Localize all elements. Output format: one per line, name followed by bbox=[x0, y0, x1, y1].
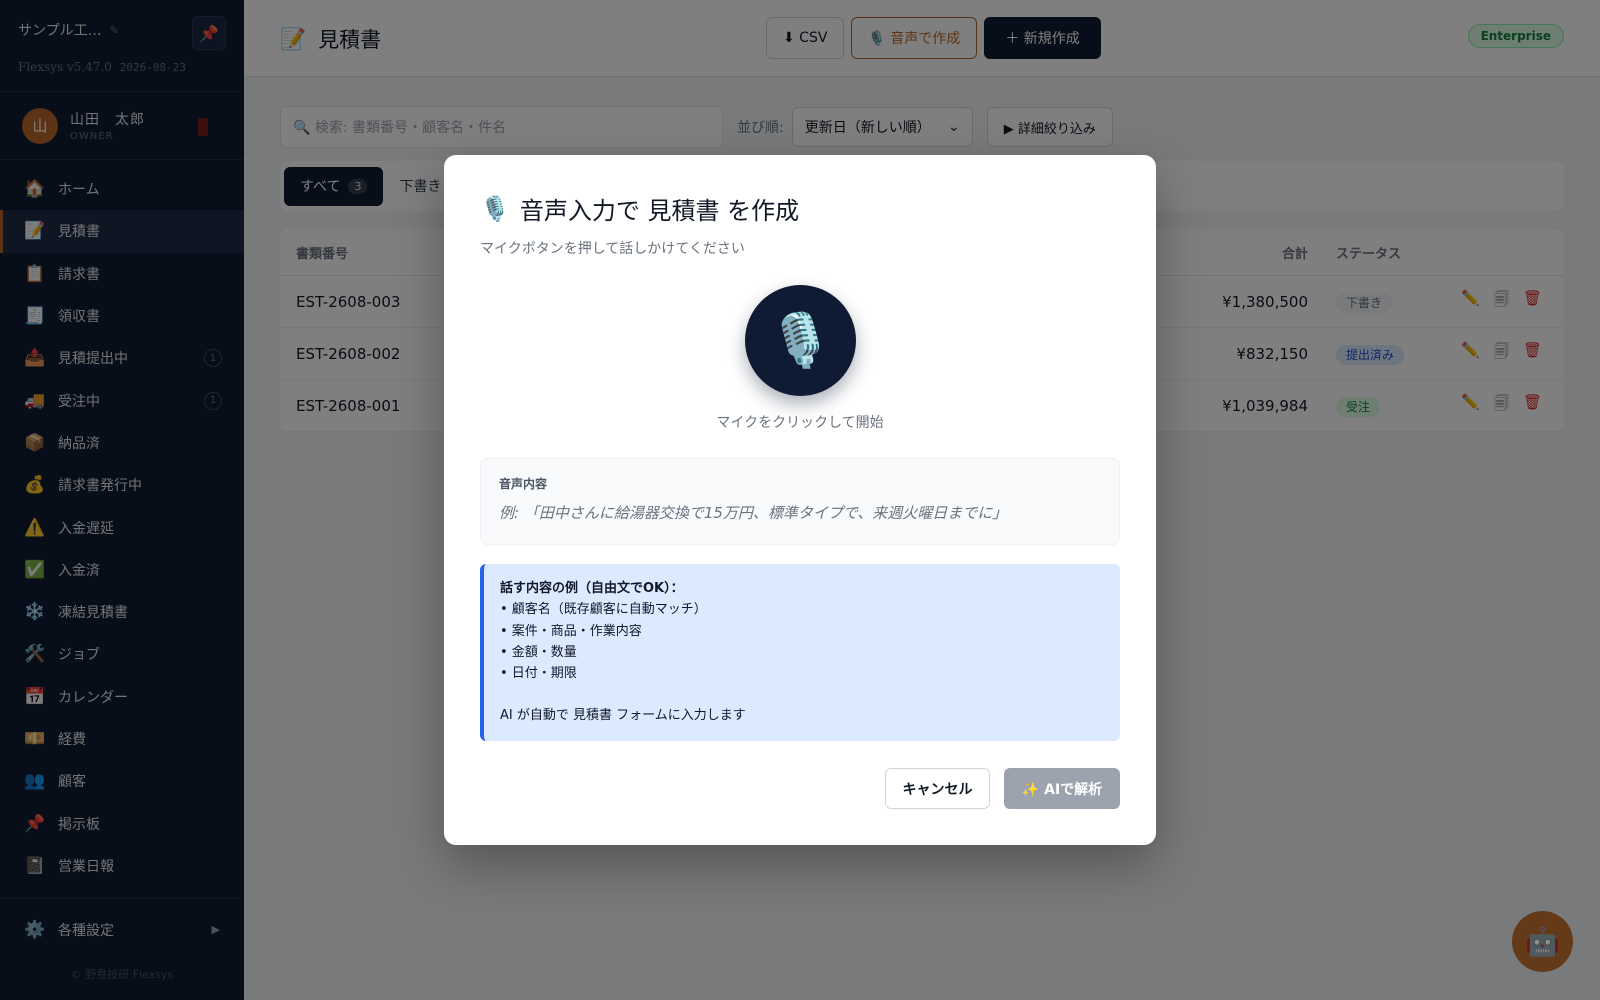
hint-box: 話す内容の例（自由文でOK）： • 顧客名（既存顧客に自動マッチ） • 案件・商… bbox=[480, 564, 1120, 741]
hint-title: 話す内容の例（自由文でOK）： bbox=[500, 581, 684, 596]
dialog-subtitle: マイクボタンを押して話しかけてください bbox=[480, 241, 745, 257]
hint-item: • 日付・期限 bbox=[500, 666, 577, 682]
mic-caption: マイクをクリックして開始 bbox=[716, 415, 884, 431]
hint-item: • 金額・数量 bbox=[500, 644, 577, 660]
transcript-box: 音声内容 例: 「田中さんに給湯器交換で15万円、標準タイプで、来週火曜日までに… bbox=[480, 458, 1120, 545]
hint-footer: AI が自動で 見積書 フォームに入力します bbox=[500, 708, 746, 724]
ai-analyze-button[interactable]: ✨ AIで解析 bbox=[1004, 768, 1120, 809]
transcript-label: 音声内容 bbox=[499, 477, 548, 491]
dialog-title: 🎙️ 音声入力で 見積書 を作成 bbox=[480, 191, 799, 226]
hint-item: • 顧客名（既存顧客に自動マッチ） bbox=[500, 602, 707, 618]
microphone-button[interactable]: 🎙️ bbox=[745, 285, 856, 396]
cancel-button[interactable]: キャンセル bbox=[885, 768, 990, 809]
ai-assistant-button[interactable]: 🤖 bbox=[1512, 911, 1573, 972]
dialog-title-label: 音声入力で 見積書 を作成 bbox=[519, 197, 800, 225]
voice-input-dialog: 🎙️ 音声入力で 見積書 を作成 マイクボタンを押して話しかけてください 🎙️ … bbox=[444, 155, 1156, 845]
transcript-placeholder: 例: 「田中さんに給湯器交換で15万円、標準タイプで、来週火曜日までに」 bbox=[499, 504, 1008, 522]
microphone-icon: 🎙️ bbox=[480, 194, 510, 223]
hint-item: • 案件・商品・作業内容 bbox=[500, 623, 642, 639]
